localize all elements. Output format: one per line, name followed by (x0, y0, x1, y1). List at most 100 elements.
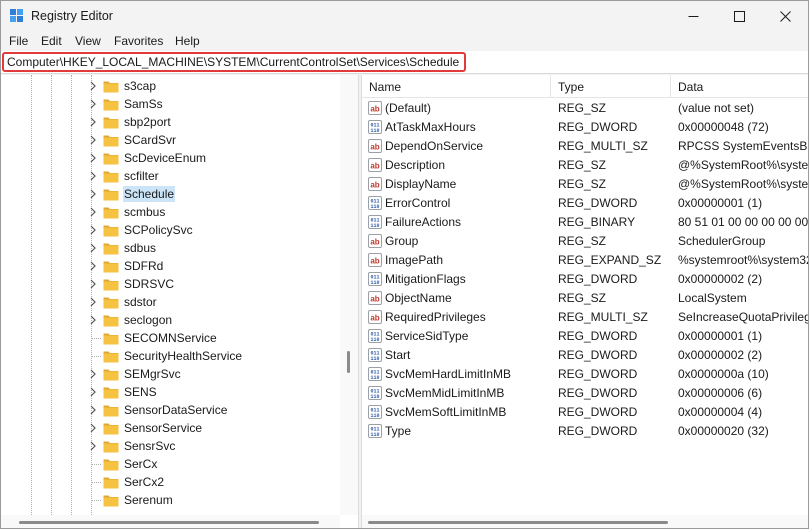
values-list-pane[interactable]: Name Type Data ab (Default) REG_SZ (value n… (362, 75, 808, 528)
address-path[interactable]: Computer\HKEY_LOCAL_MACHINE\SYSTEM\Curre… (7, 55, 459, 69)
tree-item-label: sbp2port (124, 115, 171, 129)
column-header-name[interactable]: Name (369, 80, 401, 94)
tree-item[interactable]: SENS (87, 383, 347, 401)
chevron-right-icon[interactable] (87, 260, 99, 272)
tree-item[interactable]: SensorDataService (87, 401, 347, 419)
tree-item[interactable]: sbp2port (87, 113, 347, 131)
close-button[interactable] (762, 1, 808, 32)
minimize-button[interactable] (670, 1, 716, 32)
tree-hscroll-thumb[interactable] (19, 521, 319, 524)
tree-item[interactable]: SDFRd (87, 257, 347, 275)
tree-guide-line (31, 75, 32, 515)
value-row[interactable]: 011 110 Start REG_DWORD 0x00000002 (2) (362, 346, 808, 365)
chevron-right-icon[interactable] (87, 98, 99, 110)
list-hscroll-thumb[interactable] (368, 521, 668, 524)
tree-item[interactable]: SerCx (87, 455, 347, 473)
value-row[interactable]: 011 110 AtTaskMaxHours REG_DWORD 0x00000048 … (362, 118, 808, 137)
value-data: (value not set) (678, 101, 755, 115)
chevron-right-icon[interactable] (87, 296, 99, 308)
value-row[interactable]: ab ImagePath REG_EXPAND_SZ %systemroot%\sys… (362, 251, 808, 270)
tree-item[interactable]: Serenum (87, 491, 347, 509)
column-header-type[interactable]: Type (558, 80, 584, 94)
chevron-right-icon[interactable] (87, 422, 99, 434)
value-row[interactable]: 011 110 SvcMemMidLimitInMB REG_DWORD 0x00000… (362, 384, 808, 403)
column-divider[interactable] (550, 75, 551, 98)
tree-item[interactable]: SCardSvr (87, 131, 347, 149)
value-row[interactable]: 011 110 SvcMemHardLimitInMB REG_DWORD 0x0000… (362, 365, 808, 384)
tree-item[interactable]: SEMgrSvc (87, 365, 347, 383)
tree-item[interactable]: scfilter (87, 167, 347, 185)
value-row[interactable]: ab ObjectName REG_SZ LocalSystem (362, 289, 808, 308)
value-row[interactable]: 011 110 Type REG_DWORD 0x00000020 (32) (362, 422, 808, 441)
chevron-right-icon[interactable] (87, 314, 99, 326)
key-tree-pane[interactable]: s3cap SamSs sbp2port SCardSvr ScDeviceEnum sc… (1, 75, 358, 528)
tree-item[interactable]: seclogon (87, 311, 347, 329)
value-row[interactable]: ab DependOnService REG_MULTI_SZ RPCSS Syste… (362, 137, 808, 156)
menu-help[interactable]: Help (175, 34, 200, 48)
value-row[interactable]: ab Description REG_SZ @%SystemRoot%\syster (362, 156, 808, 175)
tree-vertical-scrollbar[interactable] (340, 75, 358, 515)
value-row[interactable]: 011 110 ErrorControl REG_DWORD 0x00000001 (1… (362, 194, 808, 213)
folder-icon (103, 351, 119, 363)
chevron-right-icon[interactable] (87, 242, 99, 254)
tree-item[interactable]: SCPolicySvc (87, 221, 347, 239)
chevron-right-icon[interactable] (87, 368, 99, 380)
tree-item[interactable]: Schedule (87, 185, 347, 203)
chevron-right-icon[interactable] (87, 206, 99, 218)
maximize-button[interactable] (716, 1, 762, 32)
tree-item[interactable]: SensorService (87, 419, 347, 437)
folder-icon (103, 117, 119, 129)
value-type: REG_SZ (558, 291, 607, 305)
tree-item[interactable]: SamSs (87, 95, 347, 113)
tree-horizontal-scrollbar[interactable] (1, 515, 340, 528)
menu-view[interactable]: View (75, 34, 101, 48)
value-row[interactable]: ab DisplayName REG_SZ @%SystemRoot%\syster (362, 175, 808, 194)
value-row[interactable]: 011 110 FailureActions REG_BINARY 80 51 01 0… (362, 213, 808, 232)
chevron-right-icon[interactable] (87, 386, 99, 398)
value-row[interactable]: ab Group REG_SZ SchedulerGroup (362, 232, 808, 251)
tree-item[interactable]: sdstor (87, 293, 347, 311)
chevron-right-icon[interactable] (87, 440, 99, 452)
tree-item[interactable]: SecurityHealthService (87, 347, 347, 365)
chevron-right-icon[interactable] (87, 80, 99, 92)
column-header-data[interactable]: Data (678, 80, 703, 94)
tree-item[interactable]: SDRSVC (87, 275, 347, 293)
tree-item[interactable]: sdbus (87, 239, 347, 257)
chevron-right-icon[interactable] (87, 170, 99, 182)
tree-item[interactable]: SECOMNService (87, 329, 347, 347)
value-row[interactable]: 011 110 SvcMemSoftLimitInMB REG_DWORD 0x0000… (362, 403, 808, 422)
chevron-right-icon[interactable] (87, 116, 99, 128)
chevron-right-icon[interactable] (87, 188, 99, 200)
svg-text:ab: ab (370, 314, 379, 323)
value-name: SvcMemMidLimitInMB (385, 386, 505, 400)
title-bar[interactable]: Registry Editor (1, 1, 808, 32)
value-row[interactable]: ab RequiredPrivileges REG_MULTI_SZ SeIncrea… (362, 308, 808, 327)
folder-icon (103, 225, 119, 237)
folder-icon (103, 207, 119, 219)
value-row[interactable]: 011 110 ServiceSidType REG_DWORD 0x00000001 … (362, 327, 808, 346)
chevron-right-icon[interactable] (87, 278, 99, 290)
tree-item[interactable]: ScDeviceEnum (87, 149, 347, 167)
menu-edit[interactable]: Edit (41, 34, 62, 48)
tree-item[interactable]: scmbus (87, 203, 347, 221)
menu-favorites[interactable]: Favorites (114, 34, 163, 48)
value-row[interactable]: ab (Default) REG_SZ (value not set) (362, 99, 808, 118)
binary-value-icon: 011110 (368, 367, 382, 381)
value-name: AtTaskMaxHours (385, 120, 476, 134)
chevron-right-icon[interactable] (87, 224, 99, 236)
tree-connector (91, 338, 101, 339)
value-row[interactable]: 011 110 MitigationFlags REG_DWORD 0x00000002… (362, 270, 808, 289)
tree-scroll-thumb[interactable] (347, 351, 350, 373)
list-horizontal-scrollbar[interactable] (362, 515, 808, 528)
column-divider[interactable] (670, 75, 671, 98)
value-type: REG_DWORD (558, 386, 638, 400)
chevron-right-icon[interactable] (87, 152, 99, 164)
tree-item[interactable]: s3cap (87, 77, 347, 95)
value-type: REG_EXPAND_SZ (558, 253, 662, 267)
menu-file[interactable]: File (9, 34, 28, 48)
chevron-right-icon[interactable] (87, 404, 99, 416)
tree-item[interactable]: SensrSvc (87, 437, 347, 455)
chevron-right-icon[interactable] (87, 134, 99, 146)
value-data: LocalSystem (678, 291, 747, 305)
tree-item[interactable]: SerCx2 (87, 473, 347, 491)
